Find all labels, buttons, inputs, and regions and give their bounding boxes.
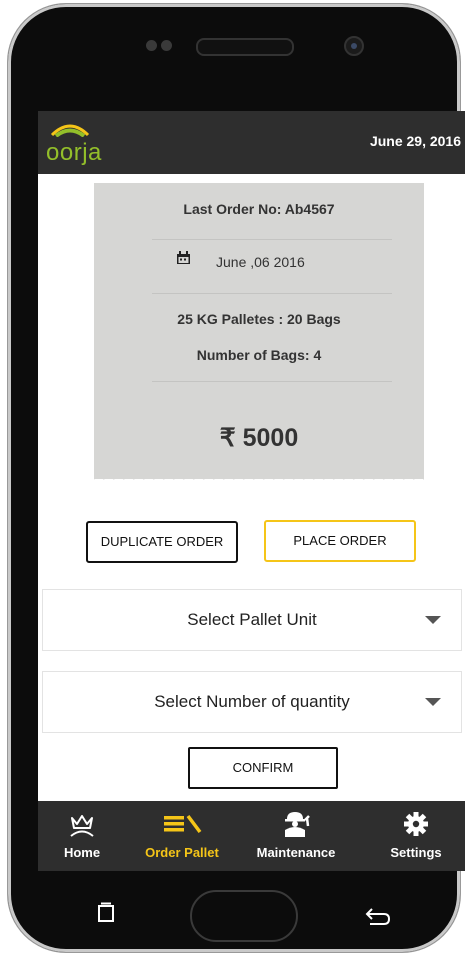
order-amount: ₹ 5000: [219, 424, 299, 452]
pallet-unit-label: Select Pallet Unit: [187, 610, 317, 629]
receipt-divider: [152, 293, 392, 294]
order-date: June ,06 2016: [216, 254, 305, 270]
bags-count: Number of Bags: 4: [196, 347, 322, 363]
dropdown-caret-icon: [425, 616, 441, 624]
receipt-divider: [152, 239, 392, 240]
confirm-button[interactable]: CONFIRM: [188, 747, 338, 789]
pallet-unit-select[interactable]: Select Pallet Unit: [42, 589, 462, 651]
earpiece-speaker: [196, 38, 294, 56]
pallet-info: 25 KG Palletes : 20 Bags: [177, 311, 341, 327]
place-order-button[interactable]: PLACE ORDER: [264, 520, 416, 562]
hardware-home-button[interactable]: [190, 890, 298, 942]
brand-logo: oorja: [42, 115, 102, 171]
nav-label-order-pallet: Order Pallet: [145, 845, 219, 860]
nav-item-order-pallet[interactable]: Order Pallet: [134, 809, 230, 860]
last-order-number: Last Order No: Ab4567: [183, 201, 335, 217]
phone-top-bezel: [8, 4, 460, 108]
recent-apps-icon[interactable]: [96, 902, 116, 924]
calendar-icon: [177, 251, 190, 264]
phone-frame: oorja June 29, 2016 Last Order No: Ab456…: [8, 4, 465, 952]
app-screen: oorja June 29, 2016 Last Order No: Ab456…: [38, 111, 465, 871]
gear-icon: [404, 812, 428, 836]
receipt-divider: [152, 381, 392, 382]
duplicate-order-button[interactable]: DUPLICATE ORDER: [86, 521, 238, 563]
front-camera: [344, 36, 364, 56]
back-arrow-icon[interactable]: [362, 902, 392, 926]
nav-label-settings: Settings: [390, 845, 442, 860]
dropdown-caret-icon: [425, 698, 441, 706]
nav-item-maintenance[interactable]: Maintenance: [248, 809, 344, 860]
quantity-select[interactable]: Select Number of quantity: [42, 671, 462, 733]
logo-arc-icon: [50, 124, 90, 137]
nav-label-home: Home: [63, 845, 101, 860]
quantity-label: Select Number of quantity: [154, 692, 350, 711]
phone-bottom-bezel: [8, 872, 460, 952]
order-pallet-icon: [164, 814, 202, 834]
nav-label-maintenance: Maintenance: [256, 845, 336, 860]
nav-item-settings[interactable]: Settings: [368, 809, 464, 860]
home-crown-icon: [70, 815, 94, 837]
nav-item-home[interactable]: Home: [38, 809, 130, 860]
maintenance-worker-icon: [285, 812, 310, 837]
receipt-content: Last Order No: Ab4567 June ,06 2016 25 K…: [94, 111, 424, 511]
bottom-navigation: Home Order Pallet Maintenance Settings: [38, 801, 465, 871]
sensor-dots: [146, 38, 176, 56]
